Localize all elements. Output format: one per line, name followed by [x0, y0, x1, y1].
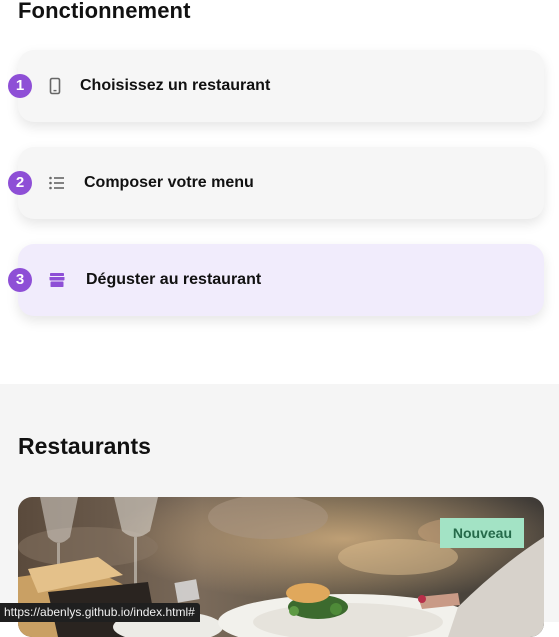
step-number-badge: 2 — [8, 171, 32, 195]
step-number-badge: 1 — [8, 74, 32, 98]
new-badge: Nouveau — [439, 518, 524, 548]
step-label: Choisissez un restaurant — [80, 77, 271, 94]
step-label: Composer votre menu — [84, 174, 254, 191]
step-enjoy-restaurant[interactable]: 3 Déguster au restaurant — [8, 244, 544, 316]
step-number-badge: 3 — [8, 268, 32, 292]
step-label: Déguster au restaurant — [86, 271, 262, 288]
how-it-works-title: Fonctionnement — [18, 0, 191, 23]
store-icon — [49, 273, 65, 287]
list-icon — [49, 176, 64, 190]
status-bar-url: https://abenlys.github.io/index.html# — [0, 603, 200, 622]
step-choose-restaurant[interactable]: 1 Choisissez un restaurant — [8, 50, 544, 122]
restaurants-title: Restaurants — [18, 433, 151, 459]
smartphone-icon — [49, 77, 61, 95]
step-compose-menu[interactable]: 2 Composer votre menu — [8, 147, 544, 219]
